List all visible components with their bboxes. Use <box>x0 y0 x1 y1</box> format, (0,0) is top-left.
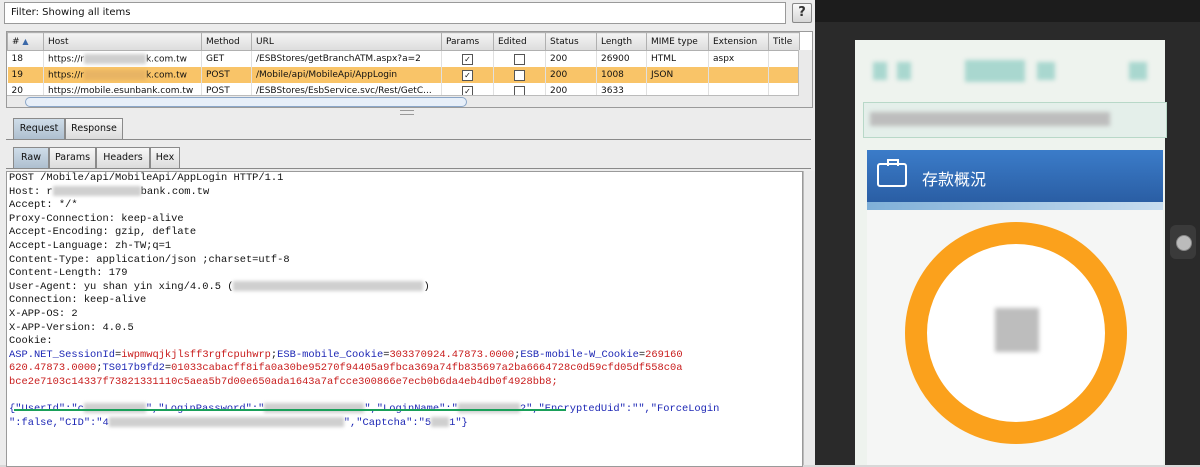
row-num: 18 <box>7 50 44 67</box>
clipboard-icon <box>877 159 907 187</box>
tab-divider <box>6 139 811 140</box>
row-edited-checkbox[interactable] <box>493 67 546 83</box>
col-header-url[interactable]: URL <box>251 32 442 51</box>
card-title: 存款概況 <box>922 170 987 189</box>
account-selector[interactable] <box>863 102 1167 138</box>
split-handle[interactable] <box>400 110 414 115</box>
tab-response[interactable]: Response <box>65 118 123 140</box>
row-status: 200 <box>545 67 597 83</box>
highlight-underline <box>14 409 566 411</box>
tab-raw[interactable]: Raw <box>13 147 49 169</box>
table-vertical-scrollbar[interactable] <box>798 50 812 107</box>
col-header-params[interactable]: Params <box>441 32 494 51</box>
row-num: 19 <box>7 67 44 83</box>
row-edited-checkbox[interactable] <box>493 50 546 67</box>
table-row-selected[interactable]: 19 https://r k.com.tw POST /Mobile/api/Mo… <box>7 67 800 83</box>
tab-params[interactable]: Params <box>49 147 96 169</box>
row-length: 26900 <box>596 50 647 67</box>
col-header-status[interactable]: Status <box>545 32 597 51</box>
row-ext: aspx <box>708 50 769 67</box>
filter-text: Filter: Showing all items <box>11 7 131 18</box>
table-horizontal-scrollbar[interactable] <box>7 95 799 107</box>
col-header-host[interactable]: Host <box>43 32 202 51</box>
tab-request[interactable]: Request <box>13 118 65 140</box>
col-header-num[interactable]: # ▲ <box>7 32 44 51</box>
app-header-blur <box>1129 62 1147 80</box>
row-mime: JSON <box>646 67 709 83</box>
row-length: 1008 <box>596 67 647 83</box>
row-params-checkbox[interactable]: ✓ <box>441 50 494 67</box>
row-url: /Mobile/api/MobileApi/AppLogin <box>251 67 442 83</box>
deposit-overview-card: 存款概況 <box>867 150 1163 465</box>
filter-bar[interactable]: Filter: Showing all items <box>4 2 786 24</box>
row-host: https://r k.com.tw <box>43 67 202 83</box>
table-row[interactable]: 18 https://r k.com.tw GET /ESBStores/getB… <box>7 50 800 67</box>
table-header-row: # ▲ Host Method URL Params Edited Status… <box>7 32 800 51</box>
row-mime: HTML <box>646 50 709 67</box>
row-host: https://r k.com.tw <box>43 50 202 67</box>
row-url: /ESBStores/getBranchATM.aspx?a=2 <box>251 50 442 67</box>
app-header-blur <box>897 62 911 80</box>
col-header-extension[interactable]: Extension <box>708 32 769 51</box>
help-button[interactable]: ? <box>792 3 812 23</box>
raw-editor-scrollbar[interactable] <box>803 171 815 465</box>
row-title <box>768 67 800 83</box>
row-title <box>768 50 800 67</box>
card-strip <box>867 202 1163 210</box>
sort-arrow-icon: ▲ <box>22 36 29 46</box>
row-ext <box>708 67 769 83</box>
col-header-method[interactable]: Method <box>201 32 252 51</box>
app-header-blur <box>1037 62 1055 80</box>
row-status: 200 <box>545 50 597 67</box>
phone-screen: 存款概況 <box>855 40 1167 465</box>
col-header-length[interactable]: Length <box>596 32 647 51</box>
mobile-device-panel: 存款概況 <box>815 0 1200 465</box>
row-params-checkbox[interactable]: ✓ <box>441 67 494 83</box>
donut-center-blur <box>995 308 1039 352</box>
raw-request-editor[interactable]: POST /Mobile/api/MobileApi/AppLogin HTTP… <box>6 171 803 467</box>
device-status-bar <box>815 0 1200 22</box>
home-button[interactable] <box>1170 225 1196 259</box>
card-header: 存款概況 <box>867 150 1163 202</box>
col-header-mime[interactable]: MIME type <box>646 32 709 51</box>
row-method: GET <box>201 50 252 67</box>
subtab-divider <box>6 168 811 169</box>
col-header-title[interactable]: Title <box>768 32 800 51</box>
burp-proxy-panel: Filter: Showing all items ? # ▲ Host Met… <box>0 0 815 467</box>
row-method: POST <box>201 67 252 83</box>
scroll-thumb[interactable] <box>25 97 467 107</box>
app-header-blur <box>965 60 1025 82</box>
tab-headers[interactable]: Headers <box>96 147 150 169</box>
col-header-edited[interactable]: Edited <box>493 32 546 51</box>
history-table: # ▲ Host Method URL Params Edited Status… <box>6 31 813 108</box>
app-header-blur <box>873 62 887 80</box>
tab-hex[interactable]: Hex <box>150 147 180 169</box>
